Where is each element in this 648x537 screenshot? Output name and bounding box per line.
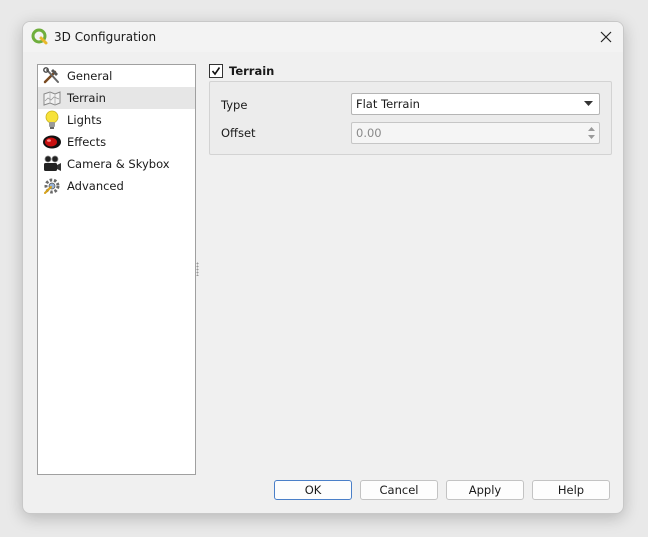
chevron-down-icon [584,101,593,106]
offset-value: 0.00 [356,126,382,140]
terrain-type-value: Flat Terrain [356,97,420,111]
terrain-group-title: Terrain [229,64,275,78]
advanced-settings-icon [41,176,63,196]
terrain-map-icon [41,88,63,108]
sidebar-item-label: Camera & Skybox [67,157,170,171]
sidebar-item-effects[interactable]: Effects [38,131,195,153]
sidebar-item-label: Terrain [67,91,106,105]
cancel-button[interactable]: Cancel [360,480,438,500]
tools-icon [41,66,63,86]
terrain-group-header: Terrain [209,64,274,78]
camera-icon [41,154,63,174]
terrain-groupbox: Type Flat Terrain Offset 0.00 [209,81,612,155]
lightbulb-icon [41,110,63,130]
terrain-type-combobox[interactable]: Flat Terrain [351,93,600,115]
effects-icon [41,132,63,152]
config-dialog: 3D Configuration General Terrain Lights … [22,21,624,514]
close-button[interactable] [589,22,623,52]
sidebar-item-camera-skybox[interactable]: Camera & Skybox [38,153,195,175]
ok-button[interactable]: OK [274,480,352,500]
window-title: 3D Configuration [54,30,157,44]
title-bar: 3D Configuration [23,22,623,52]
sidebar-item-label: Advanced [67,179,124,193]
spin-buttons [586,123,598,143]
offset-label: Offset [221,126,256,140]
splitter-handle[interactable] [196,262,199,276]
sidebar-item-label: General [67,69,113,83]
sidebar-item-advanced[interactable]: Advanced [38,175,195,197]
sidebar-list[interactable]: General Terrain Lights Effects Camera & … [37,64,196,475]
sidebar-item-label: Lights [67,113,102,127]
sidebar-item-lights[interactable]: Lights [38,109,195,131]
spin-down-icon[interactable] [588,135,595,139]
type-label: Type [221,98,248,112]
close-icon [600,31,612,43]
apply-button[interactable]: Apply [446,480,524,500]
qgis-logo-icon [31,28,49,46]
checkmark-icon [211,67,221,76]
offset-spinbox[interactable]: 0.00 [351,122,600,144]
sidebar-item-general[interactable]: General [38,65,195,87]
help-button[interactable]: Help [532,480,610,500]
spin-up-icon[interactable] [588,127,595,131]
sidebar-item-terrain[interactable]: Terrain [38,87,195,109]
sidebar-item-label: Effects [67,135,107,149]
terrain-enable-checkbox[interactable] [209,64,223,78]
